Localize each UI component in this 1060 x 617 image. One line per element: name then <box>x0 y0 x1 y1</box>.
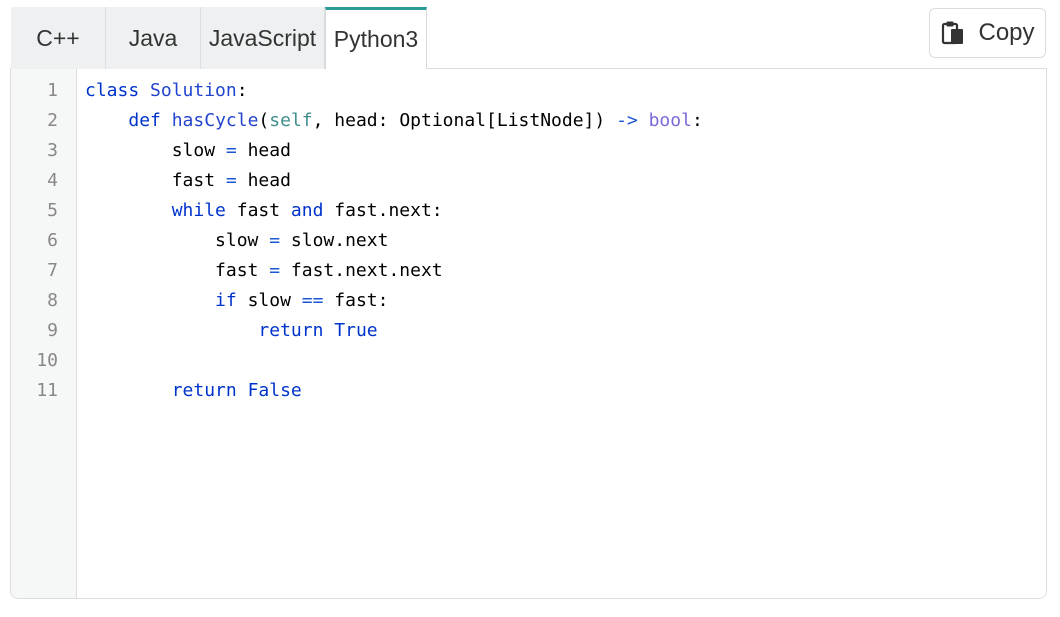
tab-label: C++ <box>36 24 80 51</box>
code-line: return True <box>258 320 378 341</box>
code-line: class Solution: <box>85 80 248 101</box>
code-line: while fast and fast.next: <box>171 200 443 221</box>
tab-label: Python3 <box>333 26 419 52</box>
line-number: 4 <box>47 170 58 191</box>
line-number: 1 <box>47 80 58 101</box>
tab-python3[interactable]: Python3 <box>325 7 427 69</box>
code-editor[interactable]: 1 2 3 4 5 6 7 8 9 10 11 class Solution: … <box>10 68 1047 599</box>
line-number: 6 <box>47 230 58 251</box>
tab-label: JavaScript <box>208 24 317 51</box>
line-number: 7 <box>47 260 58 281</box>
line-number-gutter: 1 2 3 4 5 6 7 8 9 10 11 <box>11 69 77 598</box>
line-number: 8 <box>47 290 58 311</box>
code-line: fast = head <box>85 170 291 191</box>
line-number: 11 <box>36 380 58 401</box>
code-line: return False <box>171 380 302 401</box>
clipboard-icon <box>942 21 964 45</box>
line-number: 3 <box>47 140 58 161</box>
tab-label: Java <box>128 24 178 51</box>
code-line: slow = head <box>85 140 291 161</box>
tab-java[interactable]: Java <box>106 7 201 69</box>
code-line: if slow == fast: <box>215 290 389 311</box>
copy-label: Copy <box>978 19 1035 46</box>
language-tabs: C++ Java JavaScript Python3 <box>11 7 427 69</box>
line-number: 9 <box>47 320 58 341</box>
copy-button[interactable]: Copy <box>929 8 1046 58</box>
tab-cpp[interactable]: C++ <box>11 7 106 69</box>
code-line: slow = slow.next <box>85 230 389 251</box>
code-line: def hasCycle(self, head: Optional[ListNo… <box>128 110 703 131</box>
tab-javascript[interactable]: JavaScript <box>201 7 325 69</box>
line-number: 2 <box>47 110 58 131</box>
code-line: fast = fast.next.next <box>85 260 443 281</box>
line-number: 10 <box>36 350 58 371</box>
line-number: 5 <box>47 200 58 221</box>
